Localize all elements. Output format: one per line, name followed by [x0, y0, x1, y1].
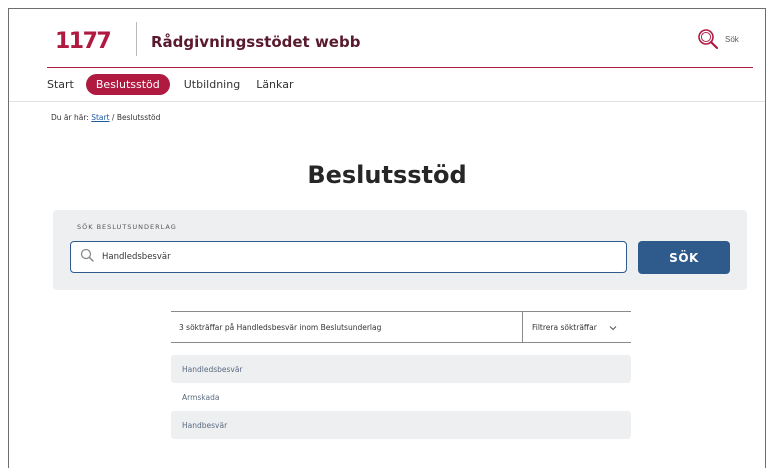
header-divider	[47, 67, 753, 68]
main-nav: Start Beslutsstöd Utbildning Länkar	[47, 73, 309, 95]
page-title: Beslutsstöd	[307, 161, 467, 189]
search-button[interactable]: SÖK	[638, 241, 730, 274]
nav-item-start[interactable]: Start	[47, 75, 74, 94]
breadcrumb-current: Beslutsstöd	[116, 113, 161, 122]
filter-dropdown[interactable]: Filtrera sökträffar	[523, 318, 631, 336]
site-title[interactable]: Rådgivningsstödet webb	[151, 33, 360, 51]
search-section-label: SÖK BESLUTSUNDERLAG	[77, 223, 177, 231]
logo-1177[interactable]: 1177	[55, 29, 112, 54]
breadcrumb-prefix: Du är här:	[51, 113, 89, 122]
logo-divider	[136, 22, 137, 56]
search-icon	[71, 248, 94, 267]
result-item-handledsbesvar[interactable]: Handledsbesvär	[171, 355, 631, 383]
filter-label: Filtrera sökträffar	[532, 322, 597, 332]
results-summary: 3 sökträffar på Handledsbesvär inom Besl…	[179, 322, 382, 332]
nav-divider	[9, 101, 765, 102]
site-header: 1177 Rådgivningsstödet webb Sök	[9, 9, 765, 67]
results-bar: 3 sökträffar på Handledsbesvär inom Besl…	[171, 311, 631, 343]
search-input[interactable]	[102, 252, 602, 262]
browser-frame: 1177 Rådgivningsstödet webb Sök Start Be…	[8, 8, 766, 468]
nav-item-lankar[interactable]: Länkar	[256, 75, 293, 94]
header-search-label: Sök	[725, 34, 739, 44]
result-item-handbesvar[interactable]: Handbesvär	[171, 411, 631, 439]
result-list: Handledsbesvär Armskada Handbesvär	[171, 355, 631, 439]
nav-item-utbildning[interactable]: Utbildning	[184, 75, 240, 94]
header-search-button[interactable]: Sök	[697, 28, 739, 50]
search-icon	[697, 28, 719, 50]
result-item-armskada[interactable]: Armskada	[171, 383, 631, 411]
search-field[interactable]	[70, 241, 627, 273]
chevron-down-icon	[609, 318, 617, 336]
search-panel: SÖK BESLUTSUNDERLAG SÖK	[53, 210, 747, 290]
nav-item-beslutsstod[interactable]: Beslutsstöd	[85, 73, 170, 95]
breadcrumb-link-start[interactable]: Start	[91, 113, 109, 122]
breadcrumb-separator: /	[111, 113, 115, 122]
breadcrumb: Du är här: Start / Beslutsstöd	[51, 113, 160, 122]
